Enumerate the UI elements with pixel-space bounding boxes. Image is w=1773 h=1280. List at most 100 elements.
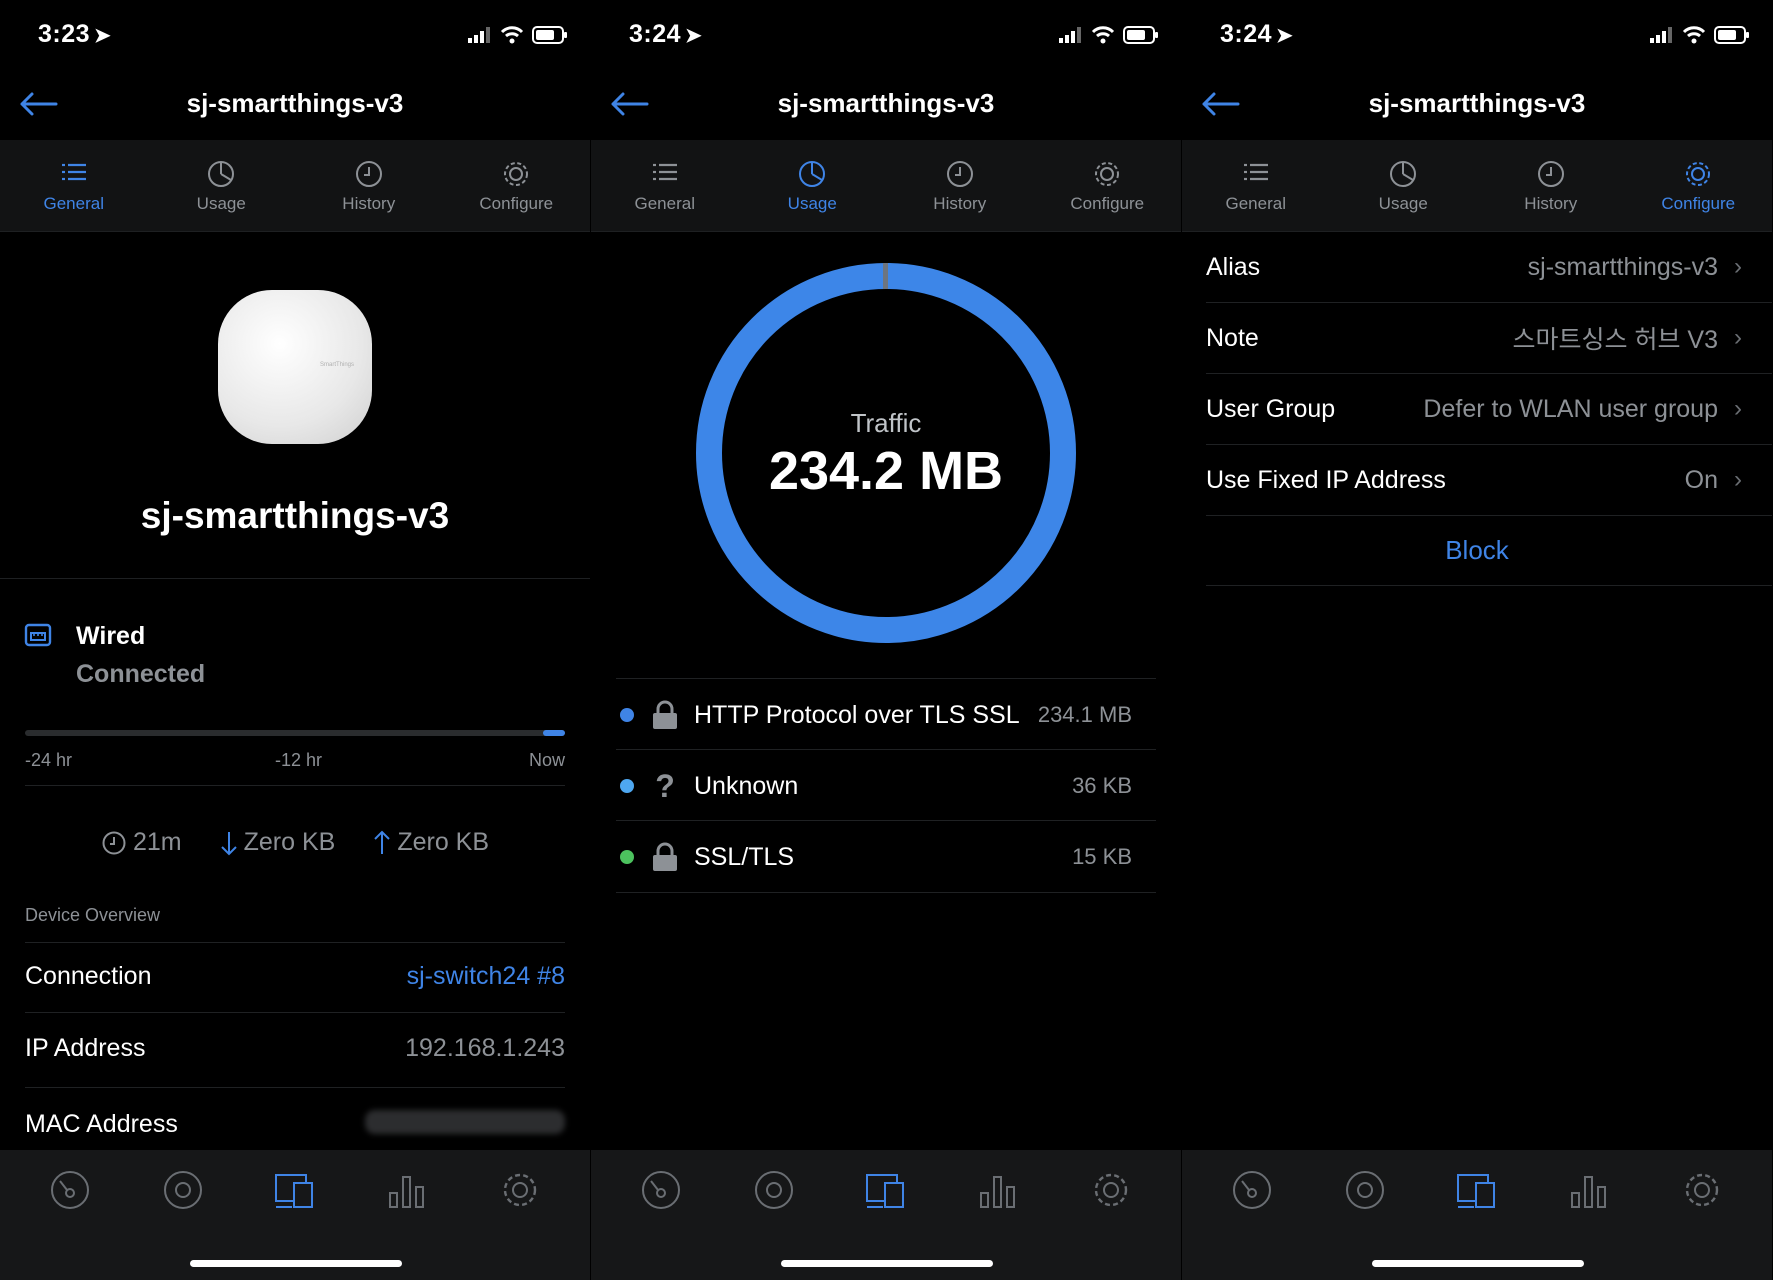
devices-icon[interactable] [272,1167,318,1213]
location-arrow-icon: ➤ [94,25,112,47]
config-value: Defer to WLAN user group [1423,394,1718,423]
tab-usage[interactable]: Usage [1330,140,1478,231]
settings-icon[interactable] [1679,1167,1725,1213]
tab-history[interactable]: History [295,140,443,231]
traffic-label: Traffic [850,408,922,438]
tab-configure[interactable]: Configure [443,140,591,231]
tab-history[interactable]: History [886,140,1034,231]
device-name: sj-smartthings-v3 [140,495,450,536]
clients-ring-icon[interactable] [751,1167,797,1213]
stats-icon[interactable] [1566,1167,1612,1213]
device-logo: SmartThings [319,362,354,368]
gear-icon [1095,161,1120,186]
tab-usage[interactable]: Usage [739,140,887,231]
chevron-right-icon: › [1734,466,1742,493]
protocol-row[interactable]: ? Unknown 36 KB [616,751,1156,821]
bottom-nav [1182,1150,1772,1280]
dashboard-icon[interactable] [47,1167,93,1213]
config-row-note[interactable]: Note 스마트싱스 허브 V3 › [1206,303,1748,373]
stats-icon[interactable] [384,1167,430,1213]
timeline-mid: -12 hr [275,750,323,770]
tab-bar: General Usage History Configure [0,140,590,232]
divider [616,749,1156,750]
pie-chart-icon [208,160,235,187]
config-label: Note [1206,323,1259,352]
tab-configure-label: Configure [1661,193,1736,213]
config-row-user-group[interactable]: User Group Defer to WLAN user group › [1206,374,1748,444]
tab-general[interactable]: General [591,140,739,231]
clock-icon [355,160,382,187]
timeline-end: Now [528,750,565,770]
divider [1206,515,1772,516]
detail-label: IP Address [25,1034,146,1062]
status-time: 3:24 ➤ [1220,20,1294,48]
devices-icon[interactable] [1454,1167,1500,1213]
configure-screen: 3:24 ➤ sj-smartthings-v3 General Usage Hi… [1182,0,1772,1280]
connection-link[interactable]: sj-switch24 #8 [407,962,565,991]
wifi-icon [500,26,524,44]
status-bar: 3:24 ➤ [1182,0,1772,70]
detail-label: MAC Address [25,1110,178,1138]
wifi-icon [1682,26,1706,44]
ip-value: 192.168.1.243 [405,1034,565,1062]
tab-general[interactable]: General [0,140,148,231]
protocol-name: Unknown [694,771,799,800]
settings-icon[interactable] [1088,1167,1134,1213]
tab-general-label: General [634,193,695,213]
list-icon [61,163,86,180]
protocol-row[interactable]: HTTP Protocol over TLS SSL 234.1 MB [616,680,1156,750]
devices-icon[interactable] [863,1167,909,1213]
uptime-stat: 21m [101,828,182,857]
dashboard-icon[interactable] [1229,1167,1275,1213]
nav-bar: sj-smartthings-v3 [0,70,590,140]
legend-dot [620,850,634,864]
connection-status: Connected [76,660,206,688]
tab-configure[interactable]: Configure [1034,140,1182,231]
stats-icon[interactable] [975,1167,1021,1213]
download-stat: Zero KB [220,828,336,857]
chevron-right-icon: › [1734,324,1742,351]
config-row-alias[interactable]: Alias sj-smartthings-v3 › [1206,232,1748,302]
tab-history-label: History [1524,193,1578,213]
dashboard-icon[interactable] [638,1167,684,1213]
home-indicator [190,1260,402,1267]
tab-configure[interactable]: Configure [1625,140,1773,231]
settings-icon[interactable] [497,1167,543,1213]
divider [616,678,1156,679]
page-title: sj-smartthings-v3 [186,88,404,118]
home-indicator [781,1260,993,1267]
tab-configure-label: Configure [479,193,554,213]
tab-usage[interactable]: Usage [148,140,296,231]
download-value: Zero KB [243,828,336,856]
gear-icon [1686,161,1711,186]
detail-row-connection[interactable]: Connection sj-switch24 #8 [25,962,565,991]
home-indicator [1372,1260,1584,1267]
battery-icon [1714,26,1749,44]
clients-ring-icon[interactable] [160,1167,206,1213]
upload-value: Zero KB [397,828,490,856]
protocol-name: SSL/TLS [694,842,795,871]
pie-chart-icon [799,160,826,187]
bottom-nav [591,1150,1181,1280]
traffic-total: 234.2 MB [768,441,1004,501]
legend-dot [620,779,634,793]
arrow-down-icon [220,831,237,855]
battery-icon [532,26,567,44]
protocol-row[interactable]: SSL/TLS 15 KB [616,822,1156,892]
divider [616,892,1156,893]
uptime-timeline [25,730,565,736]
tab-history[interactable]: History [1477,140,1625,231]
section-header: Device Overview [25,905,161,925]
protocol-value: 15 KB [1072,844,1132,869]
config-value: sj-smartthings-v3 [1527,252,1718,281]
lock-icon [650,841,680,873]
status-bar: 3:23 ➤ [0,0,590,70]
clients-ring-icon[interactable] [1342,1167,1388,1213]
chevron-right-icon: › [1734,395,1742,422]
detail-row-ip: IP Address 192.168.1.243 [25,1034,565,1063]
donut-segment-minor [883,263,888,289]
block-button[interactable]: Block [1182,535,1772,566]
config-row-fixed-ip[interactable]: Use Fixed IP Address On › [1206,445,1748,515]
tab-general[interactable]: General [1182,140,1330,231]
clock-icon [102,831,126,854]
